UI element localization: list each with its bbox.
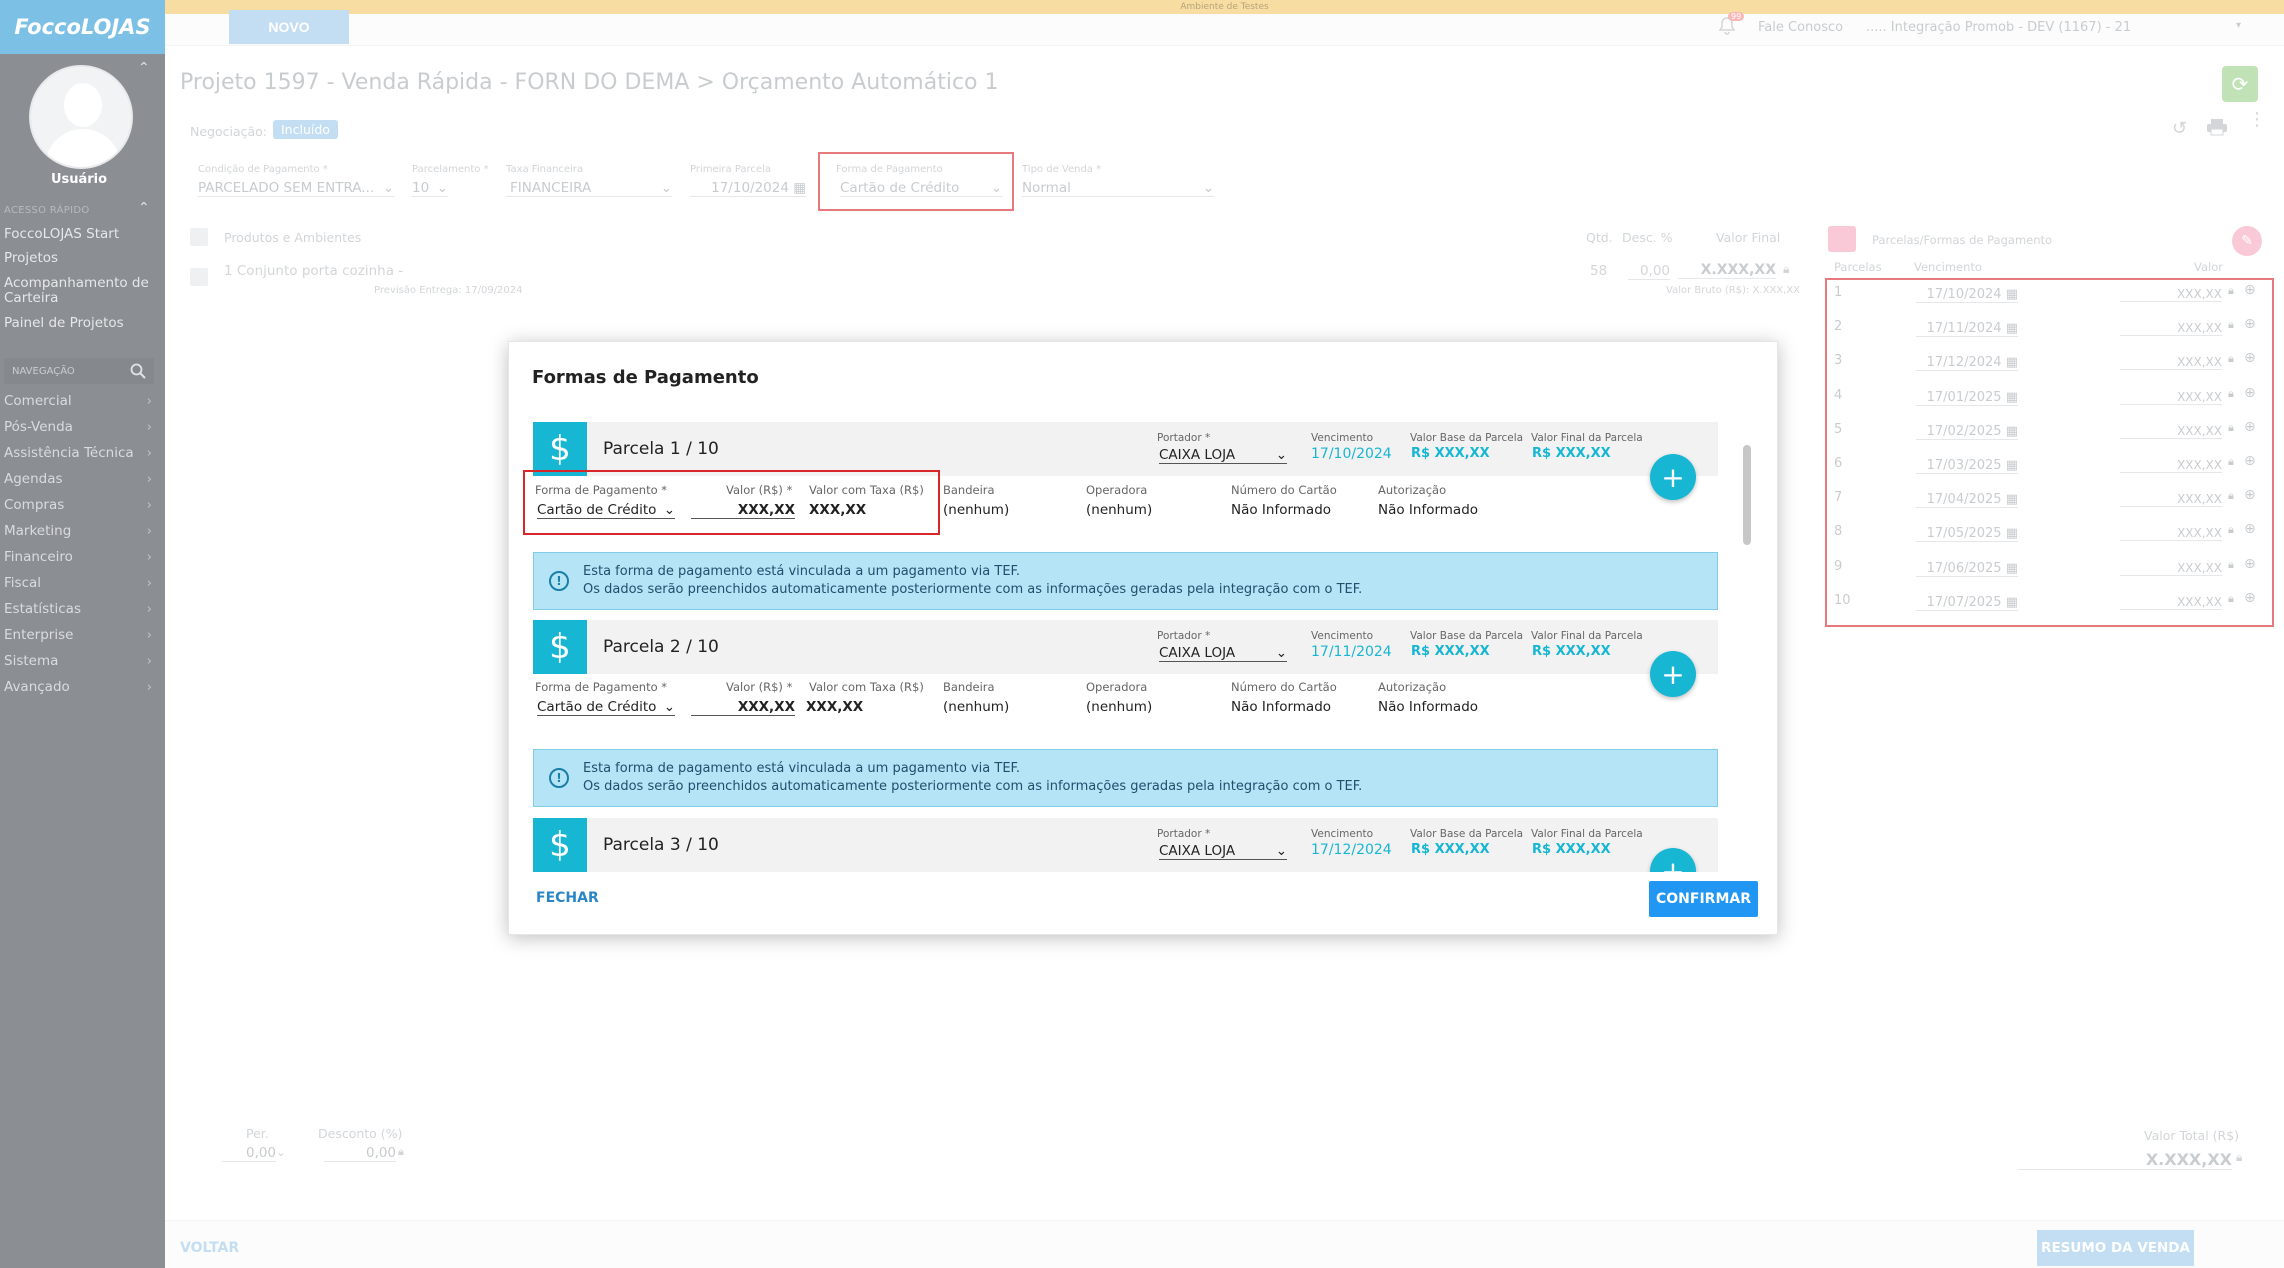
final-label: Valor Final da Parcela — [1531, 828, 1643, 840]
autorizacao-value-2: Não Informado — [1378, 699, 1479, 715]
portador-select-3[interactable]: CAIXA LOJA ⌄ — [1159, 843, 1287, 860]
add-payment-button-1[interactable]: + — [1650, 454, 1696, 500]
final-value-1: R$ XXX,XX — [1532, 446, 1611, 461]
close-button[interactable]: FECHAR — [536, 890, 599, 906]
info-line1: Esta forma de pagamento está vinculada a… — [583, 761, 1021, 776]
final-label: Valor Final da Parcela — [1531, 630, 1643, 642]
base-value-2: R$ XXX,XX — [1411, 644, 1490, 659]
dollar-icon: $ — [533, 620, 587, 674]
cartao-value-1: Não Informado — [1231, 502, 1332, 518]
portador-select-1[interactable]: CAIXA LOJA ⌄ — [1159, 447, 1287, 464]
valor-label: Valor (R$) * — [726, 680, 793, 694]
info-icon: ! — [549, 768, 569, 788]
autorizacao-label: Autorização — [1378, 680, 1447, 694]
forma-select-2[interactable]: Cartão de Crédito ⌄ — [537, 699, 675, 716]
tef-info-2: ! Esta forma de pagamento está vinculada… — [533, 749, 1718, 807]
final-label: Valor Final da Parcela — [1531, 432, 1643, 444]
operadora-label: Operadora — [1086, 680, 1148, 694]
parcela-3-title: Parcela 3 / 10 — [603, 835, 719, 855]
base-value-3: R$ XXX,XX — [1411, 842, 1490, 857]
bandeira-label: Bandeira — [943, 483, 995, 497]
operadora-value-2: (nenhum) — [1086, 699, 1153, 715]
vencimento-value-3: 17/12/2024 — [1311, 842, 1392, 858]
info-line1: Esta forma de pagamento está vinculada a… — [583, 564, 1021, 579]
info-line2: Os dados serão preenchidos automaticamen… — [583, 582, 1363, 597]
base-label: Valor Base da Parcela — [1410, 828, 1524, 840]
portador-label: Portador * — [1157, 432, 1211, 444]
dollar-icon: $ — [533, 422, 587, 476]
info-icon: ! — [549, 571, 569, 591]
portador-select-2[interactable]: CAIXA LOJA ⌄ — [1159, 645, 1287, 662]
parcela-3-header: $ Parcela 3 / 10 Portador * CAIXA LOJA ⌄ … — [533, 818, 1718, 872]
cartao-label: Número do Cartão — [1231, 483, 1337, 497]
portador-label: Portador * — [1157, 828, 1211, 840]
dollar-icon: $ — [533, 818, 587, 872]
taxa-value-2: XXX,XX — [806, 699, 864, 715]
portador-label: Portador * — [1157, 630, 1211, 642]
forma-label: Forma de Pagamento * — [535, 680, 668, 694]
autorizacao-value-1: Não Informado — [1378, 502, 1479, 518]
operadora-value-1: (nenhum) — [1086, 502, 1153, 518]
vencimento-label: Vencimento — [1311, 828, 1374, 840]
confirm-button[interactable]: CONFIRMAR — [1649, 881, 1758, 917]
modal-title: Formas de Pagamento — [532, 367, 759, 388]
vencimento-label: Vencimento — [1311, 432, 1374, 444]
base-label: Valor Base da Parcela — [1410, 630, 1524, 642]
autorizacao-label: Autorização — [1378, 483, 1447, 497]
operadora-label: Operadora — [1086, 483, 1148, 497]
bandeira-label: Bandeira — [943, 680, 995, 694]
base-label: Valor Base da Parcela — [1410, 432, 1524, 444]
cartao-value-2: Não Informado — [1231, 699, 1332, 715]
modal-scrollbar[interactable] — [1743, 445, 1751, 545]
vencimento-value-2: 17/11/2024 — [1311, 644, 1392, 660]
base-value-1: R$ XXX,XX — [1411, 446, 1490, 461]
parcela-2-title: Parcela 2 / 10 — [603, 637, 719, 657]
bandeira-value-1: (nenhum) — [943, 502, 1010, 518]
vencimento-value-1: 17/10/2024 — [1311, 446, 1392, 462]
info-line2: Os dados serão preenchidos automaticamen… — [583, 779, 1363, 794]
vencimento-label: Vencimento — [1311, 630, 1374, 642]
add-payment-button-2[interactable]: + — [1650, 651, 1696, 697]
cartao-label: Número do Cartão — [1231, 680, 1337, 694]
final-value-2: R$ XXX,XX — [1532, 644, 1611, 659]
tef-info-1: ! Esta forma de pagamento está vinculada… — [533, 552, 1718, 610]
valor-input-2[interactable]: XXX,XX — [691, 699, 795, 716]
final-value-3: R$ XXX,XX — [1532, 842, 1611, 857]
parcela-1-title: Parcela 1 / 10 — [603, 439, 719, 459]
taxa-label: Valor com Taxa (R$) — [809, 680, 924, 694]
bandeira-value-2: (nenhum) — [943, 699, 1010, 715]
